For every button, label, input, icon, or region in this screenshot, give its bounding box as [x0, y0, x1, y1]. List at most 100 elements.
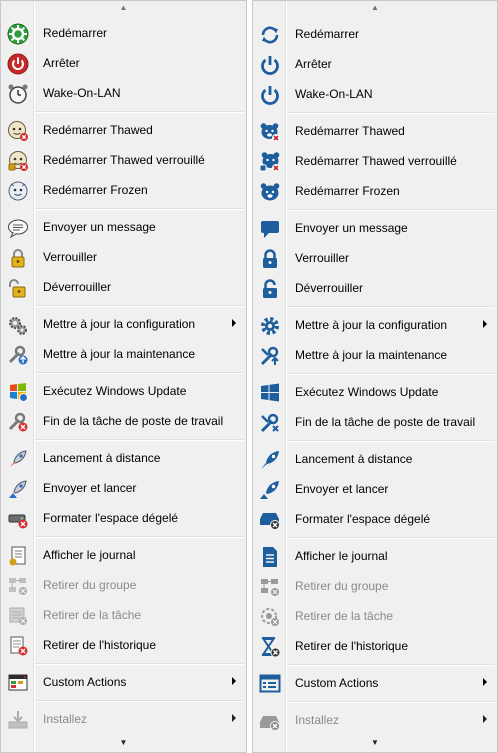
- menu-item-restart-frozen[interactable]: Redémarrer Frozen: [1, 176, 246, 204]
- menu-item-restart[interactable]: Redémarrer: [253, 20, 497, 48]
- document-icon: [259, 546, 281, 568]
- menu-separator: [35, 372, 244, 374]
- menu-item-remove-from-task: Retirer de la tâche: [1, 601, 246, 629]
- menu-item-restart-thawed[interactable]: Redémarrer Thawed: [1, 116, 246, 144]
- menu-item-restart-thawed-locked[interactable]: Redémarrer Thawed verrouillé: [1, 146, 246, 174]
- scroll-down-arrow[interactable]: ▼: [1, 738, 246, 748]
- menu-separator: [287, 373, 495, 375]
- speech-bubble-icon: [7, 217, 29, 239]
- menu-item-label: Redémarrer: [43, 26, 108, 40]
- menu-item-send-and-launch[interactable]: Envoyer et lancer: [253, 475, 497, 503]
- menu-item-label: Envoyer et lancer: [43, 481, 137, 495]
- menu-item-label: Arrêter: [43, 56, 80, 70]
- menu-item-label: Déverrouiller: [43, 280, 112, 294]
- menu-item-send-message[interactable]: Envoyer un message: [1, 213, 246, 241]
- menu-item-format-thawspace[interactable]: Formater l'espace dégelé: [1, 504, 246, 532]
- menu-item-label: Envoyer un message: [295, 221, 408, 235]
- menu-separator: [35, 700, 244, 702]
- app-window-icon: [259, 673, 281, 695]
- menu-item-label: Retirer de la tâche: [295, 609, 394, 623]
- menu-item-wake-on-lan[interactable]: Wake-On-LAN: [253, 80, 497, 108]
- menu-item-label: Afficher le journal: [295, 549, 388, 563]
- task-remove-icon: [7, 605, 29, 627]
- menu-item-view-log[interactable]: Afficher le journal: [253, 542, 497, 570]
- menu-item-end-workstation-task[interactable]: Fin de la tâche de poste de travail: [1, 407, 246, 435]
- menu-item-update-maintenance[interactable]: Mettre à jour la maintenance: [253, 341, 497, 369]
- menu-item-label: Afficher le journal: [43, 548, 136, 562]
- menu-item-custom-actions[interactable]: Custom Actions: [1, 668, 246, 696]
- tools-update-icon: [259, 345, 281, 367]
- menu-item-shutdown[interactable]: Arrêter: [1, 49, 246, 77]
- power-wake-icon: [259, 84, 281, 106]
- menu-item-label: Redémarrer Frozen: [43, 183, 148, 197]
- power-icon: [259, 54, 281, 76]
- menu-item-windows-update[interactable]: Exécutez Windows Update: [253, 378, 497, 406]
- menu-item-restart-frozen[interactable]: Redémarrer Frozen: [253, 177, 497, 205]
- menu-separator: [287, 112, 495, 114]
- menu-item-shutdown[interactable]: Arrêter: [253, 50, 497, 78]
- menu-item-send-and-launch[interactable]: Envoyer et lancer: [1, 474, 246, 502]
- menu-item-update-configuration[interactable]: Mettre à jour la configuration: [253, 311, 497, 339]
- menu-separator: [287, 209, 495, 211]
- menu-item-wake-on-lan[interactable]: Wake-On-LAN: [1, 79, 246, 107]
- menu-item-format-thawspace[interactable]: Formater l'espace dégelé: [253, 505, 497, 533]
- menu-item-send-message[interactable]: Envoyer un message: [253, 214, 497, 242]
- rocket-send-icon: [259, 479, 281, 501]
- scroll-up-arrow[interactable]: ▲: [253, 3, 497, 13]
- menu-item-unlock[interactable]: Déverrouiller: [253, 274, 497, 302]
- menu-item-lock[interactable]: Verrouiller: [1, 243, 246, 271]
- menu-item-label: Lancement à distance: [43, 451, 161, 465]
- menu-item-end-workstation-task[interactable]: Fin de la tâche de poste de travail: [253, 408, 497, 436]
- menu-item-lock[interactable]: Verrouiller: [253, 244, 497, 272]
- rocket-send-icon: [7, 478, 29, 500]
- menu-item-label: Fin de la tâche de poste de travail: [43, 414, 224, 428]
- menu-item-label: Wake-On-LAN: [43, 86, 121, 100]
- restart-icon: [259, 24, 281, 46]
- menu-item-label: Mettre à jour la configuration: [43, 317, 196, 331]
- install-icon: [259, 710, 281, 732]
- menu-item-remote-launch[interactable]: Lancement à distance: [1, 444, 246, 472]
- menu-item-label: Mettre à jour la maintenance: [43, 347, 196, 361]
- menu-item-label: Retirer du groupe: [295, 579, 389, 593]
- scroll-down-arrow[interactable]: ▼: [253, 738, 497, 748]
- menu-item-restart[interactable]: Redémarrer: [1, 19, 246, 47]
- windows-logo-icon: [259, 382, 281, 404]
- submenu-arrow-icon: [232, 677, 236, 685]
- thawed-bear-icon: [259, 121, 281, 143]
- menu-item-custom-actions[interactable]: Custom Actions: [253, 669, 497, 697]
- menu-item-label: Fin de la tâche de poste de travail: [295, 415, 476, 429]
- menu-item-label: Retirer de l'historique: [43, 638, 157, 652]
- submenu-arrow-icon: [483, 715, 487, 723]
- menu-item-label: Mettre à jour la maintenance: [295, 348, 448, 362]
- group-remove-icon: [7, 575, 29, 597]
- menu-item-update-maintenance[interactable]: Mettre à jour la maintenance: [1, 340, 246, 368]
- submenu-arrow-icon: [483, 320, 487, 328]
- menu-item-label: Formater l'espace dégelé: [295, 512, 431, 526]
- menu-item-view-log[interactable]: Afficher le journal: [1, 541, 246, 569]
- menu-item-restart-thawed-locked[interactable]: Redémarrer Thawed verrouillé: [253, 147, 497, 175]
- thawed-face-icon: [7, 120, 29, 142]
- menu-item-label: Envoyer un message: [43, 220, 156, 234]
- menu-item-remove-from-history[interactable]: Retirer de l'historique: [1, 631, 246, 659]
- scroll-up-arrow[interactable]: ▲: [1, 3, 246, 13]
- log-document-icon: [7, 545, 29, 567]
- menu-item-label: Déverrouiller: [295, 281, 364, 295]
- lock-icon: [259, 248, 281, 270]
- menu-item-unlock[interactable]: Déverrouiller: [1, 273, 246, 301]
- submenu-arrow-icon: [232, 714, 236, 722]
- menu-item-label: Installez: [43, 712, 88, 726]
- tools-stop-icon: [259, 412, 281, 434]
- message-icon: [259, 218, 281, 240]
- thawed-locked-face-icon: [7, 150, 29, 172]
- menu-item-update-configuration[interactable]: Mettre à jour la configuration: [1, 310, 246, 338]
- menu-separator: [35, 111, 244, 113]
- menu-item-label: Exécutez Windows Update: [43, 384, 187, 398]
- menu-item-remove-from-history[interactable]: Retirer de l'historique: [253, 632, 497, 660]
- gear-icon: [259, 315, 281, 337]
- menu-separator: [35, 663, 244, 665]
- menu-item-windows-update[interactable]: Exécutez Windows Update: [1, 377, 246, 405]
- menu-separator: [35, 208, 244, 210]
- menu-item-remove-from-task: Retirer de la tâche: [253, 602, 497, 630]
- menu-item-remote-launch[interactable]: Lancement à distance: [253, 445, 497, 473]
- menu-item-restart-thawed[interactable]: Redémarrer Thawed: [253, 117, 497, 145]
